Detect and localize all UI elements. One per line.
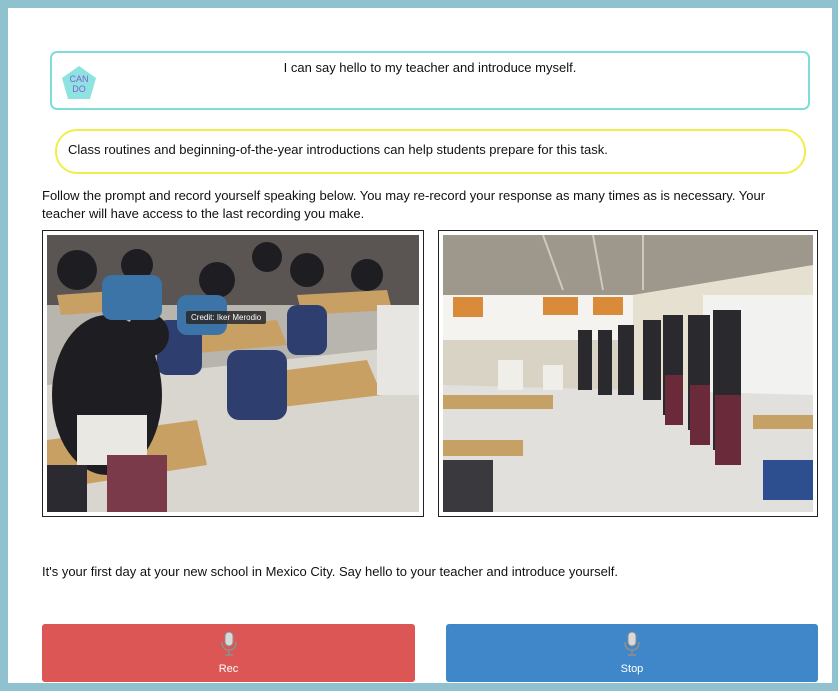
can-do-statement: I can say hello to my teacher and introd… — [283, 60, 577, 75]
stop-button-label: Stop — [620, 663, 644, 675]
svg-text:CAN: CAN — [69, 74, 88, 84]
classroom-students-writing-image — [47, 235, 419, 512]
task-frame: CAN DO I can say hello to my teacher and… — [0, 0, 838, 691]
task-prompt: It's your first day at your new school i… — [42, 564, 618, 579]
microphone-icon — [624, 631, 640, 656]
svg-text:DO: DO — [72, 84, 86, 94]
record-button-label: Rec — [218, 663, 239, 675]
classroom-photo-right — [438, 230, 818, 517]
classroom-photo-left: Credit: Iker Merodio — [42, 230, 424, 517]
hint-box: Class routines and beginning-of-the-year… — [55, 129, 806, 174]
hint-text: Class routines and beginning-of-the-year… — [68, 142, 608, 157]
instructions-text: Follow the prompt and record yourself sp… — [42, 188, 766, 221]
record-button[interactable]: Rec — [42, 624, 415, 682]
classroom-students-standing-image — [443, 235, 813, 512]
microphone-icon — [220, 631, 237, 656]
photo-credit: Credit: Iker Merodio — [186, 311, 267, 324]
can-do-statement-box: CAN DO I can say hello to my teacher and… — [50, 51, 810, 110]
stop-button[interactable]: Stop — [446, 624, 818, 682]
